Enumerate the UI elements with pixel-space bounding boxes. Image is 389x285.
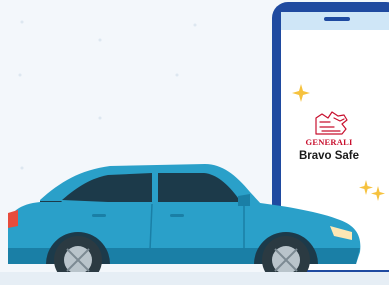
generali-wordmark: GENERALI (305, 137, 353, 147)
app-name-label: Bravo Safe (298, 150, 360, 162)
ground (0, 272, 389, 285)
phone-speaker (324, 17, 350, 21)
illustration-stage: GENERALI Bravo Safe (0, 0, 389, 285)
background-dots (18, 20, 197, 170)
